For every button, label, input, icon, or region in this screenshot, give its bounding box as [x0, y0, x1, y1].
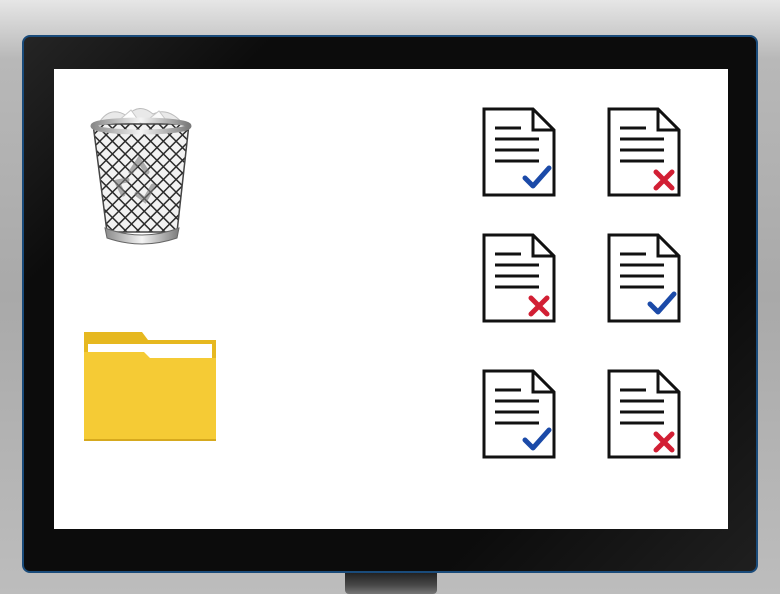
document-approved-icon[interactable]	[481, 106, 557, 198]
folder-icon[interactable]	[82, 328, 218, 444]
document-rejected-icon[interactable]	[606, 106, 682, 198]
monitor-stand	[345, 573, 437, 594]
document-approved-icon[interactable]	[606, 232, 682, 324]
document-approved-icon[interactable]	[481, 368, 557, 460]
document-rejected-icon[interactable]	[481, 232, 557, 324]
recycle-bin-icon[interactable]	[87, 102, 197, 246]
document-rejected-icon[interactable]	[606, 368, 682, 460]
